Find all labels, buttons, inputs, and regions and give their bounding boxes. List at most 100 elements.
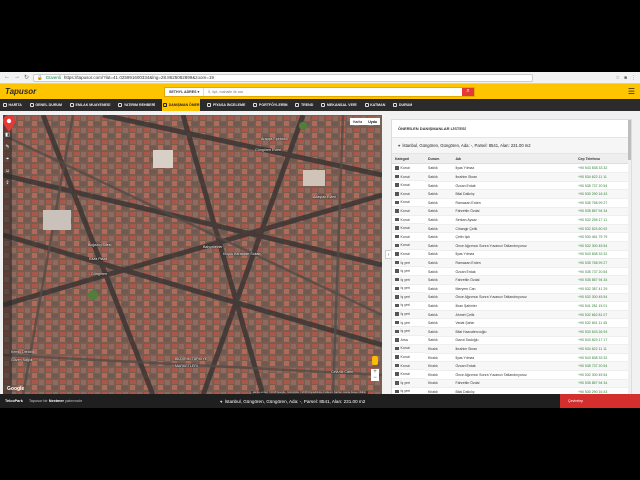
cell-phone[interactable]: +90 543 838 33 32 bbox=[575, 163, 631, 174]
table-row[interactable]: Konut Satılık İlyas Yılmaz +90 543 838 33 3… bbox=[392, 163, 631, 174]
map-place-label[interactable]: Boğaziçi Sitesi bbox=[88, 243, 111, 247]
table-row[interactable]: Konut Satılık İbrahim Sinan +90 534 622 11 … bbox=[392, 172, 631, 182]
toolbar-piyasa-incelemesi[interactable]: PİYASA İNCELEME bbox=[206, 99, 246, 111]
map-type-satellite[interactable]: Uydu bbox=[365, 118, 380, 125]
zoom-out-button[interactable]: − bbox=[373, 375, 377, 381]
cell-phone[interactable]: +90 535 737 20 54 bbox=[575, 267, 631, 277]
map-place-label[interactable]: BİLDİRİM TÜRKİYE bbox=[175, 357, 207, 361]
street-view-pegman-icon[interactable] bbox=[372, 356, 378, 365]
extension-icon[interactable]: ■ bbox=[624, 75, 627, 81]
toolbar-durum[interactable]: DURUM bbox=[392, 99, 413, 111]
column-header[interactable]: Cep Telefonu bbox=[575, 154, 631, 165]
column-header[interactable]: Kategori bbox=[392, 154, 426, 165]
cell-phone[interactable]: +90 532 300 45 54 bbox=[575, 293, 631, 303]
table-row[interactable]: Konut Satılık Cihangir Çelik +90 532 524 60… bbox=[392, 224, 631, 234]
cell-phone[interactable]: +90 532 387 41 29 bbox=[575, 284, 631, 294]
table-row[interactable]: Konut Satılık Ramazan Erden +90 535 768 99 … bbox=[392, 198, 631, 208]
cell-phone[interactable]: +90 530 290 16 43 bbox=[575, 189, 631, 200]
map-place-label[interactable]: Bahçelievler bbox=[203, 245, 223, 249]
table-row[interactable]: İş yeri Satılık Önce Ağzımızı Sonra Yuvanı… bbox=[392, 293, 631, 303]
table-row[interactable]: İş yeri Satılık Meryem Can +90 532 387 41 2… bbox=[392, 284, 631, 294]
toolbar-mekansal-veri[interactable]: MEKANSAL VERİ bbox=[320, 99, 357, 111]
table-row[interactable]: İş yeri Satılık Vedat Şahin +90 532 691 11 … bbox=[392, 318, 631, 328]
powered-b[interactable]: Nextmer bbox=[49, 399, 64, 403]
cell-phone[interactable]: +90 533 633 26 93 bbox=[575, 327, 631, 337]
hamburger-menu-icon[interactable]: ☰ bbox=[628, 87, 635, 96]
column-header[interactable]: Durum bbox=[425, 154, 453, 165]
table-row[interactable]: Konut Satılık Önce Ağzımızı Sonra Yuvanızı… bbox=[392, 241, 631, 251]
cell-phone[interactable]: +90 532 255 17 11 bbox=[575, 215, 631, 225]
address-bar[interactable]: 🔒 Güvenli https://tapusor.com/?lat=41.02… bbox=[33, 73, 534, 82]
table-row[interactable]: Konut Satılık Özcan Erdak +90 535 737 20 54 bbox=[392, 181, 631, 191]
brand-logo[interactable]: TelcoPark bbox=[5, 399, 23, 403]
map-tool-pin-icon[interactable]: ⌖ bbox=[6, 156, 9, 162]
table-row[interactable]: Arsa Satılık Davut Sadoğlu +90 543 829 17 1… bbox=[392, 336, 631, 346]
cell-phone[interactable]: +90 535 737 20 54 bbox=[575, 181, 631, 191]
table-row[interactable]: İş yeri Kiralık Fahrettin Özdal +90 535 857… bbox=[392, 379, 631, 389]
map-place-label[interactable]: Güngören bbox=[91, 272, 107, 276]
table-row[interactable]: İş yeri Satılık Fahrettin Özdal +90 535 857… bbox=[392, 275, 631, 285]
table-row[interactable]: Konut Kiralık Önce Ağzımızı Sonra Yuvanızı… bbox=[392, 370, 631, 380]
map-place-label[interactable]: Kaza Plaza bbox=[89, 257, 107, 261]
table-row[interactable]: İş yeri Satılık Ahmet Çelik +90 532 662 81 … bbox=[392, 310, 631, 320]
table-row[interactable]: İş yeri Satılık İlhan Şahinler +90 541 281 … bbox=[392, 301, 631, 311]
reload-icon[interactable]: ↻ bbox=[24, 74, 29, 81]
cell-phone[interactable]: +90 534 622 11 11 bbox=[575, 344, 631, 354]
map-place-label[interactable]: MARKETLERİ bbox=[175, 364, 198, 368]
toolbar-trend[interactable]: TREND bbox=[294, 99, 314, 111]
map-place-label[interactable]: Güven Sağlık bbox=[11, 358, 33, 362]
search-input[interactable]: İl, ilçe, mahalle ile ara bbox=[204, 90, 462, 94]
table-row[interactable]: Konut Kiralık İbrahim Sinan +90 534 622 11 … bbox=[392, 344, 631, 354]
table-row[interactable]: İş yeri Satılık Bilal Hazcafercıoğlu +90 53… bbox=[392, 327, 631, 337]
column-header[interactable]: Adı bbox=[452, 154, 575, 165]
toolbar-haritaa[interactable]: HARİTA bbox=[2, 99, 23, 111]
toolbar-genel-durum[interactable]: GENEL DURUM bbox=[29, 99, 63, 111]
cell-phone[interactable]: +90 532 300 45 54 bbox=[575, 370, 631, 380]
scrollbar-thumb[interactable] bbox=[628, 120, 631, 160]
table-row[interactable]: İş yeri Satılık Özcan Erdak +90 535 737 20 … bbox=[392, 267, 631, 277]
table-row[interactable]: Konut Kiralık İlyas Yılmaz +90 543 838 33 3… bbox=[392, 353, 631, 363]
search-button[interactable]: ⌕ bbox=[462, 87, 474, 96]
map-place-label[interactable]: Adaştan Evleri bbox=[313, 195, 336, 199]
cell-phone[interactable]: +90 535 768 99 27 bbox=[575, 258, 631, 268]
map-tool-person-icon[interactable]: ☺ bbox=[5, 168, 10, 174]
cell-phone[interactable]: +90 535 768 99 27 bbox=[575, 198, 631, 208]
cell-phone[interactable]: +90 534 622 11 11 bbox=[575, 172, 631, 182]
map-place-label[interactable]: Güngören Evleri bbox=[255, 148, 281, 152]
map-tool-draw-icon[interactable]: ✎ bbox=[5, 144, 9, 150]
map-place-label[interactable]: Arapça Epirbanlı bbox=[261, 137, 288, 141]
cell-phone[interactable]: +90 543 838 33 32 bbox=[575, 353, 631, 363]
table-row[interactable]: Konut Satılık Çetin Işık +90 530 461 75 79 bbox=[392, 232, 631, 243]
map-tool-share-icon[interactable]: ⇪ bbox=[5, 180, 9, 186]
cell-phone[interactable]: +90 532 524 60 92 bbox=[575, 224, 631, 234]
toolbar-katman[interactable]: KATMAN bbox=[364, 99, 387, 111]
table-row[interactable]: Konut Satılık Fahrettin Özdal +90 535 857 9… bbox=[392, 207, 631, 217]
toolbar-yatirim-rehberi[interactable]: YATIRIM REHBERİ bbox=[117, 99, 156, 111]
table-row[interactable]: Konut Satılık Bilal Dalkılıç +90 530 290 16… bbox=[392, 189, 631, 200]
cell-phone[interactable]: +90 532 300 45 54 bbox=[575, 241, 631, 251]
toolbar-portfoylerim[interactable]: PORTFÖYLERİM bbox=[252, 99, 288, 111]
star-icon[interactable]: ☆ bbox=[615, 75, 619, 81]
cell-phone[interactable]: +90 543 838 33 32 bbox=[575, 250, 631, 260]
map-place-label[interactable]: Küçük Karabekir Sokak bbox=[223, 252, 260, 256]
table-row[interactable]: Konut Satılık İlyas Yılmaz +90 543 838 33 3… bbox=[392, 250, 631, 260]
toolbar-danismani-onem[interactable]: DANIŞMAN ÖNER bbox=[162, 99, 201, 111]
search-type-select[interactable]: SETHYL ADRES ▾ bbox=[165, 87, 205, 96]
table-row[interactable]: Konut Kiralık Özcan Erdak +90 535 737 20 54 bbox=[392, 361, 631, 371]
cell-phone[interactable]: +90 532 662 81 07 bbox=[575, 310, 631, 320]
forward-icon[interactable]: → bbox=[14, 74, 20, 81]
cell-phone[interactable]: +90 535 857 94 34 bbox=[575, 379, 631, 389]
map-place-label[interactable]: Kemik Otelcilik bbox=[11, 350, 35, 354]
app-logo[interactable]: Tapusor bbox=[0, 87, 160, 96]
cell-phone[interactable]: +90 535 857 94 34 bbox=[575, 275, 631, 285]
satellite-map[interactable]: ▤ ◧ ✎ ⌖ ☺ ⇪ Arapça EpirbanlıGüngören Evl… bbox=[3, 115, 382, 395]
map-place-label[interactable]: Cevizlik Cami bbox=[331, 370, 353, 374]
cell-phone[interactable]: +90 532 691 11 45 bbox=[575, 318, 631, 328]
table-row[interactable]: Konut Satılık Serkan Aysaz +90 532 255 17 1… bbox=[392, 215, 631, 225]
bottom-action-button[interactable]: Çevirelep bbox=[560, 394, 640, 408]
back-icon[interactable]: ← bbox=[4, 74, 10, 81]
cell-phone[interactable]: +90 535 857 94 34 bbox=[575, 207, 631, 217]
table-row[interactable]: İş yeri Satılık Ramazan Erden +90 535 768 9… bbox=[392, 258, 631, 268]
cell-phone[interactable]: +90 543 829 17 17 bbox=[575, 336, 631, 346]
cell-phone[interactable]: +90 541 281 15 01 bbox=[575, 301, 631, 311]
